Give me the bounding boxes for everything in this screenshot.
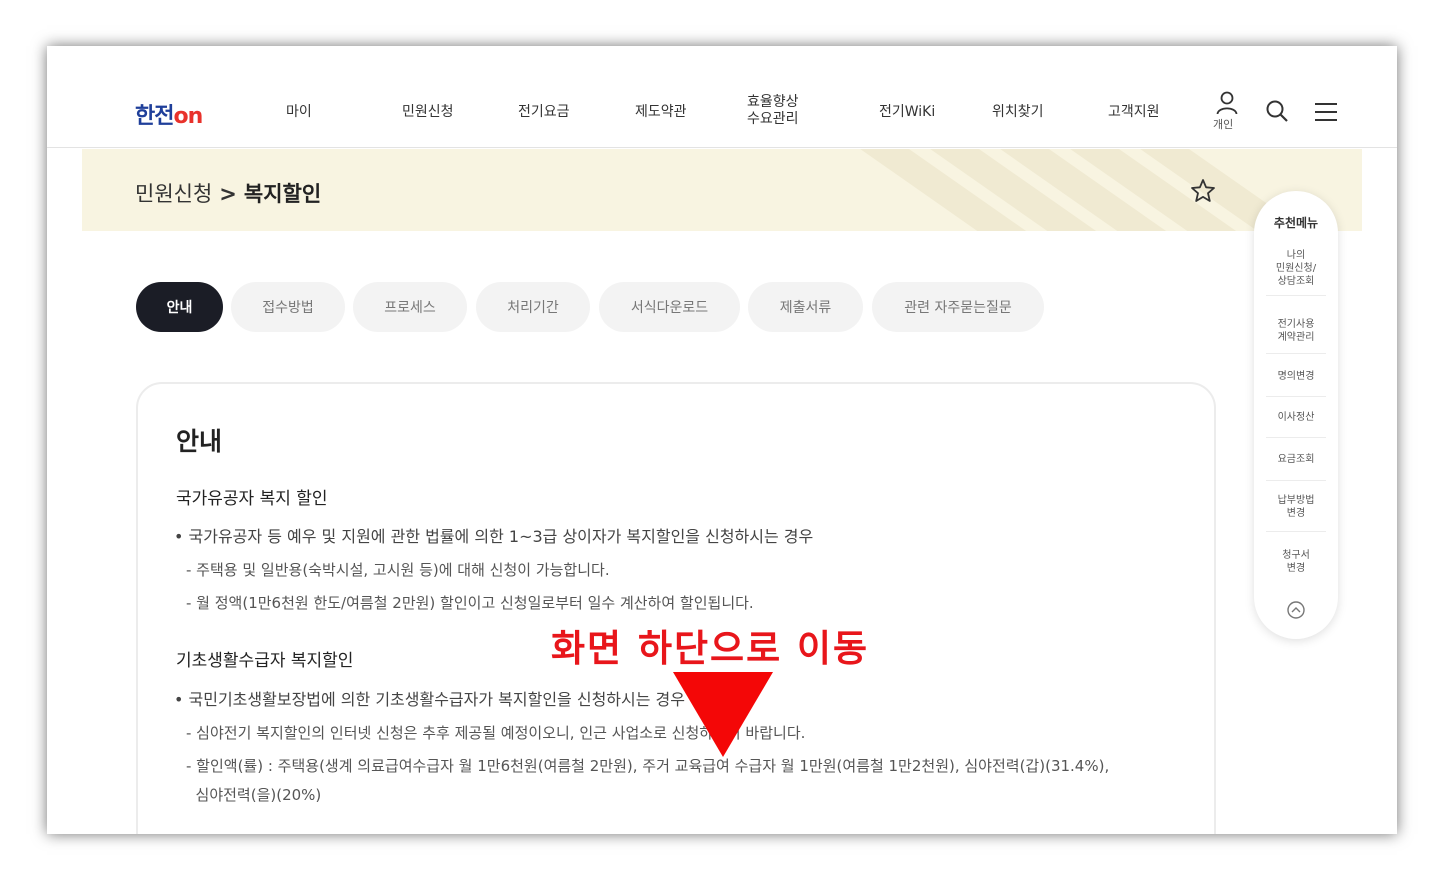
- nav-civil-application[interactable]: 민원신청: [402, 101, 454, 121]
- nav-my[interactable]: 마이: [286, 101, 312, 121]
- section-heading: 국가유공자 복지 할인: [176, 489, 328, 509]
- quick-item-name-change[interactable]: 명의변경: [1266, 357, 1326, 397]
- quick-menu: 추천메뉴 나의 민원신청/ 상담조회 전기사용 계약관리 명의변경 이사정산 요…: [1254, 191, 1338, 639]
- menu-icon[interactable]: [1314, 102, 1338, 126]
- nav-location[interactable]: 위치찾기: [992, 101, 1044, 121]
- kepco-on-logo[interactable]: 한전on: [135, 98, 203, 130]
- arrow-up-circle-icon[interactable]: [1286, 600, 1306, 624]
- breadcrumb-current: 복지할인: [243, 182, 322, 206]
- down-arrow-icon: [673, 672, 773, 757]
- tab-form-download[interactable]: 서식다운로드: [599, 282, 740, 332]
- person-icon[interactable]: [1216, 91, 1238, 119]
- tab-processing-period[interactable]: 처리기간: [476, 282, 590, 332]
- nav-electricity-rate[interactable]: 전기요금: [518, 101, 570, 121]
- section-detail: - 월 정액(1만6천원 한도/여름철 2만원) 할인이고 신청일로부터 일수 …: [186, 594, 754, 612]
- section-heading: 기초생활수급자 복지할인: [176, 651, 354, 671]
- quick-item-rate-inquiry[interactable]: 요금조회: [1266, 439, 1326, 481]
- section-bullet: • 국가유공자 등 예우 및 지원에 관한 법률에 의한 1~3급 상이자가 복…: [174, 527, 814, 546]
- site-header: 한전on 마이 민원신청 전기요금 제도약관 효율향상 수요관리 전기WiKi …: [47, 46, 1397, 148]
- user-type-label: 개인: [1213, 118, 1234, 131]
- page-title-bar: 민원신청 > 복지할인: [82, 149, 1362, 231]
- quick-item-contract[interactable]: 전기사용 계약관리: [1266, 309, 1326, 354]
- scroll-down-annotation: 화면 하단으로 이동: [551, 627, 870, 670]
- quick-menu-title: 추천메뉴: [1273, 216, 1319, 230]
- quick-item-payment-method[interactable]: 납부방법 변경: [1266, 482, 1326, 532]
- nav-terms[interactable]: 제도약관: [635, 101, 687, 121]
- tab-documents[interactable]: 제출서류: [748, 282, 863, 332]
- breadcrumb-parent[interactable]: 민원신청: [135, 182, 212, 206]
- quick-item-my-applications[interactable]: 나의 민원신청/ 상담조회: [1266, 242, 1326, 296]
- breadcrumb-separator: >: [219, 182, 237, 206]
- section-detail: - 주택용 및 일반용(숙박시설, 고시원 등)에 대해 신청이 가능합니다.: [186, 561, 610, 579]
- content-title: 안내: [176, 427, 223, 456]
- logo-on-text: on: [173, 104, 203, 129]
- section-detail: - 할인액(률) : 주택용(생계 의료급여수급자 월 1만6천원(여름철 2만…: [186, 757, 1110, 775]
- tab-guide[interactable]: 안내: [136, 282, 223, 332]
- tab-faq[interactable]: 관련 자주묻는질문: [872, 282, 1044, 332]
- favorite-star-icon[interactable]: [1190, 178, 1216, 208]
- nav-efficiency[interactable]: 효율향상 수요관리: [747, 94, 799, 128]
- tab-application-method[interactable]: 접수방법: [231, 282, 345, 332]
- search-icon[interactable]: [1265, 99, 1289, 127]
- tab-process[interactable]: 프로세스: [353, 282, 467, 332]
- quick-item-bill-change[interactable]: 청구서 변경: [1266, 537, 1326, 587]
- logo-main-text: 한전: [135, 104, 174, 129]
- browser-viewport: 한전on 마이 민원신청 전기요금 제도약관 효율향상 수요관리 전기WiKi …: [47, 46, 1397, 834]
- nav-wiki[interactable]: 전기WiKi: [879, 101, 935, 121]
- breadcrumb: 민원신청 > 복지할인: [135, 178, 321, 208]
- guide-content-card: 안내 국가유공자 복지 할인 • 국가유공자 등 예우 및 지원에 관한 법률에…: [136, 382, 1216, 834]
- section-detail: 심야전력(을)(20%): [186, 786, 322, 804]
- nav-customer-support[interactable]: 고객지원: [1108, 101, 1160, 121]
- section-bullet: • 국민기초생활보장법에 의한 기초생활수급자가 복지할인을 신청하시는 경우: [174, 690, 685, 709]
- quick-item-moving-settlement[interactable]: 이사정산: [1266, 398, 1326, 438]
